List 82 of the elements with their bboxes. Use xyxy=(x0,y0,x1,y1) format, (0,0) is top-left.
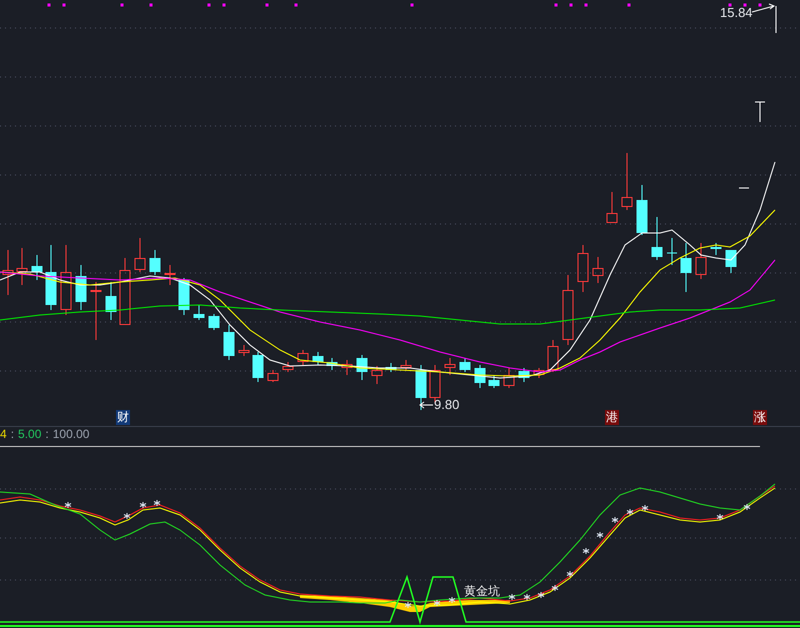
candlestick xyxy=(400,360,412,370)
pointer-arrow-icon xyxy=(752,4,776,12)
candlestick xyxy=(268,370,278,382)
candlestick xyxy=(164,264,176,286)
asterisk-icon xyxy=(524,594,530,600)
candlestick xyxy=(134,238,146,272)
candlestick xyxy=(90,282,102,340)
pointer-arrow-icon xyxy=(419,402,434,408)
asterisk-icon xyxy=(626,508,634,516)
limit-marker-icon xyxy=(754,102,766,122)
asterisk-icon xyxy=(64,502,72,508)
candlestick xyxy=(342,360,352,376)
candlestick xyxy=(150,250,160,276)
high-price-label: 15.84 xyxy=(720,5,753,20)
asterisk-icon xyxy=(404,602,412,608)
candlestick xyxy=(416,364,426,410)
candlestick xyxy=(534,368,544,378)
candlestick xyxy=(680,242,692,292)
candlestick xyxy=(636,184,648,236)
indicator-value: 5.00 xyxy=(18,426,42,442)
candlestick xyxy=(386,362,396,372)
candlestick xyxy=(238,344,250,356)
candlestick xyxy=(298,350,308,366)
candlestick xyxy=(372,366,382,384)
candlestick xyxy=(592,256,604,284)
candlestick xyxy=(194,304,204,320)
asterisk-icon xyxy=(508,594,516,600)
asterisk-icon xyxy=(538,592,544,598)
candlestick xyxy=(652,216,662,260)
candlestick xyxy=(312,352,324,366)
asterisk-icon xyxy=(716,514,724,520)
candlestick xyxy=(282,362,294,372)
candlestick xyxy=(666,238,678,266)
asterisk-icon xyxy=(744,504,750,510)
candlestick xyxy=(578,244,588,292)
candlestick xyxy=(16,248,28,286)
candlestick xyxy=(106,282,116,320)
asterisk-icon xyxy=(154,500,160,506)
candlestick xyxy=(474,364,486,388)
candlestick xyxy=(32,254,42,280)
asterisk-icon xyxy=(434,600,440,606)
candlestick xyxy=(356,354,368,380)
asterisk-icon xyxy=(566,570,574,578)
asterisk-icon xyxy=(552,584,558,592)
candlestick xyxy=(518,368,530,382)
candlestick xyxy=(208,314,220,330)
candlestick xyxy=(46,244,56,310)
candlestick xyxy=(444,358,456,376)
candlestick xyxy=(726,250,736,274)
candlestick xyxy=(120,258,130,326)
indicator-value: : xyxy=(45,426,49,442)
indicator-value: 100.00 xyxy=(52,426,90,442)
candlestick xyxy=(178,278,190,316)
low-price-label: 9.80 xyxy=(434,397,460,412)
zone-label: 黄金坑 xyxy=(464,584,500,598)
indicator-value: : xyxy=(10,426,14,442)
candlestick xyxy=(76,264,86,310)
event-marker: 财 xyxy=(116,410,130,425)
candlestick xyxy=(60,244,72,316)
asterisk-icon xyxy=(582,548,590,554)
candlestick xyxy=(696,242,706,280)
event-marker: 涨 xyxy=(753,410,767,425)
candlestick xyxy=(622,152,632,210)
candlestick xyxy=(562,274,574,346)
asterisk-icon xyxy=(596,532,604,538)
candlestick xyxy=(606,192,618,224)
candlestick xyxy=(460,358,470,372)
candlestick xyxy=(252,352,264,382)
event-marker: 港 xyxy=(605,410,619,425)
candlestick xyxy=(2,250,14,296)
asterisk-icon xyxy=(642,504,648,512)
candlestick xyxy=(326,358,338,370)
indicator-value: 4 xyxy=(0,426,7,442)
candlestick xyxy=(504,368,514,388)
candlestick xyxy=(710,242,722,256)
asterisk-icon xyxy=(448,596,456,604)
candlestick xyxy=(224,324,234,360)
asterisk-icon xyxy=(140,502,146,508)
candlestick xyxy=(488,374,500,388)
asterisk-icon xyxy=(612,516,618,524)
candlestick xyxy=(548,340,558,372)
asterisk-icon xyxy=(124,512,130,520)
